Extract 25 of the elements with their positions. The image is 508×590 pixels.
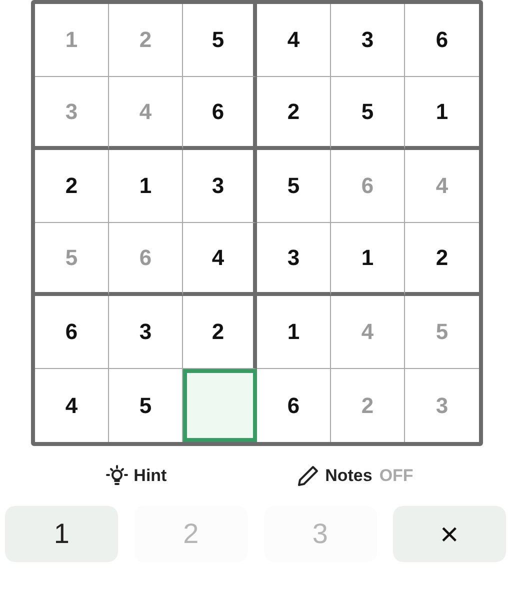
- grid-cell[interactable]: 4: [183, 223, 257, 296]
- grid-cell[interactable]: 3: [331, 4, 405, 77]
- grid-cell[interactable]: 6: [183, 77, 257, 150]
- grid-cell[interactable]: 6: [35, 296, 109, 369]
- grid-cell[interactable]: 5: [257, 150, 331, 223]
- grid-cell[interactable]: 4: [257, 4, 331, 77]
- grid-cell[interactable]: 2: [183, 296, 257, 369]
- grid-cell[interactable]: 1: [331, 223, 405, 296]
- grid-cell[interactable]: 5: [331, 77, 405, 150]
- grid-cell[interactable]: 1: [109, 150, 183, 223]
- grid-cell[interactable]: 2: [35, 150, 109, 223]
- grid-cell[interactable]: [183, 369, 257, 442]
- lightbulb-icon: [104, 464, 129, 488]
- grid-cell[interactable]: 3: [257, 223, 331, 296]
- notes-button[interactable]: Notes OFF: [290, 460, 420, 492]
- number-key[interactable]: 1: [5, 506, 118, 562]
- pencil-icon: [296, 464, 320, 488]
- grid-cell[interactable]: 3: [183, 150, 257, 223]
- notes-status: OFF: [379, 466, 414, 486]
- grid-cell[interactable]: 5: [183, 4, 257, 77]
- erase-button[interactable]: ×: [392, 506, 506, 562]
- grid-cell[interactable]: 3: [109, 296, 183, 369]
- grid-cell[interactable]: 1: [257, 296, 331, 369]
- grid-cell[interactable]: 2: [257, 77, 331, 150]
- hint-button[interactable]: Hint: [98, 460, 173, 492]
